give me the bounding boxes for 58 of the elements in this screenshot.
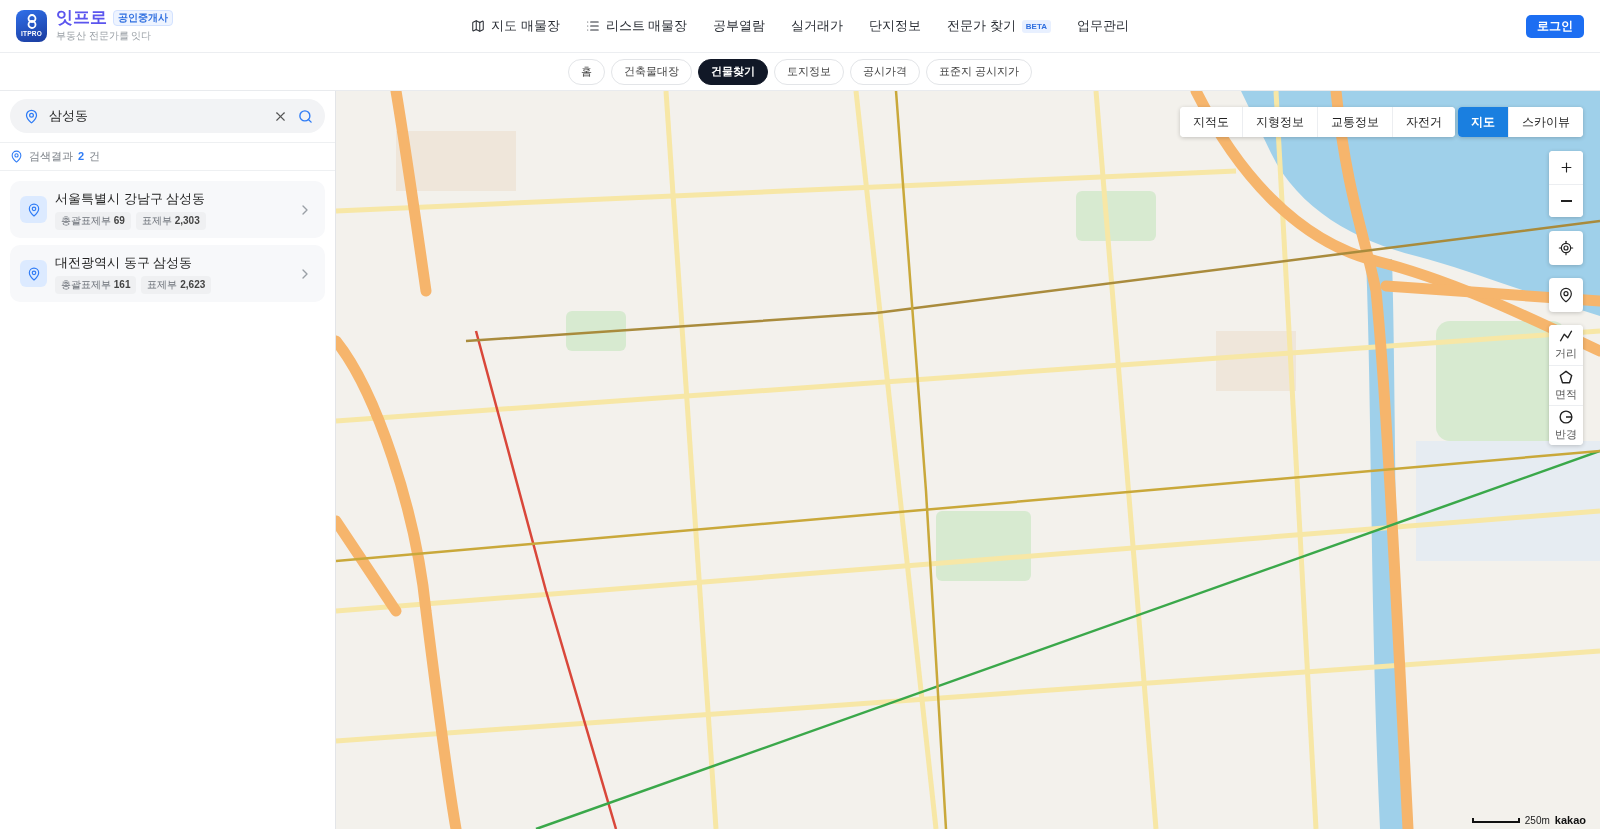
nav-link[interactable]: 지도 매물장 (470, 13, 560, 39)
map-icon (470, 19, 485, 33)
pin-button[interactable] (1549, 278, 1583, 312)
pin-icon (1558, 287, 1574, 303)
brand-tagline: 부동산 전문가를 잇다 (56, 30, 153, 44)
map-type-toggle[interactable]: 지도 (1458, 107, 1508, 137)
scale-bar (1471, 818, 1520, 823)
nav-link[interactable]: 공부열람 (713, 13, 766, 39)
search-input[interactable]: 삼성동 (49, 106, 263, 126)
radius-circle-icon (1559, 409, 1573, 424)
plus-icon (1558, 160, 1574, 175)
result-count: 검색결과 2 건 (29, 149, 101, 164)
search-icon[interactable] (298, 108, 313, 124)
map-type-toggle[interactable]: 스카이뷰 (1508, 107, 1583, 137)
sub-tab[interactable]: 표준지 공시지가 (925, 58, 1033, 85)
sub-tab[interactable]: 홈 (567, 58, 605, 85)
map-attribution: kakao (1554, 814, 1586, 826)
layer-toggle[interactable]: 지형정보 (1242, 107, 1317, 137)
crosshair-icon (1558, 240, 1574, 256)
locate-button[interactable] (1549, 231, 1583, 265)
nav-link[interactable]: 업무관리 (1077, 13, 1130, 39)
count-tag: 총괄표제부 69 (55, 211, 131, 230)
nav-link[interactable]: 단지정보 (869, 13, 922, 39)
nav-link[interactable]: 실거래가 (791, 13, 844, 39)
layer-toggle[interactable]: 교통정보 (1317, 107, 1392, 137)
result-title: 대전광역시 동구 삼성동 (55, 253, 194, 272)
minus-icon (1560, 200, 1572, 202)
brand-name: 잇프로 (56, 8, 107, 28)
pentagon-icon (1559, 369, 1573, 384)
nav-link[interactable]: 리스트 매물장 (585, 13, 688, 39)
count-tag: 총괄표제부 161 (55, 275, 137, 294)
result-card[interactable]: 대전광역시 동구 삼성동 총괄표제부 161 표제부 2,623 (10, 245, 325, 302)
result-title: 서울특별시 강남구 삼성동 (55, 189, 207, 208)
pin-icon (24, 108, 39, 124)
pin-icon (10, 150, 23, 163)
login-button[interactable]: 로그인 (1526, 14, 1584, 38)
sub-tab[interactable]: 건물찾기 (697, 58, 768, 85)
search-field[interactable]: 삼성동 (10, 99, 325, 133)
pin-icon (20, 260, 47, 287)
sub-tab[interactable]: 공시가격 (849, 58, 920, 85)
chain-link-icon (26, 14, 37, 30)
pin-icon (20, 196, 47, 223)
scale-label: 250m (1524, 815, 1550, 826)
measure-tool-button[interactable]: 반경 (1549, 405, 1583, 445)
sub-tab[interactable]: 건축물대장 (610, 58, 692, 85)
result-card[interactable]: 서울특별시 강남구 삼성동 총괄표제부 69 표제부 2,303 (10, 181, 325, 238)
measure-tool-button[interactable]: 면적 (1549, 365, 1583, 405)
nav-link[interactable]: 전문가 찾기 BETA (947, 13, 1052, 39)
sub-tab[interactable]: 토지정보 (773, 58, 844, 85)
layer-toggle[interactable]: 지적도 (1180, 107, 1242, 137)
beta-badge: BETA (1021, 19, 1052, 33)
layer-toggle[interactable]: 자전거 (1392, 107, 1455, 137)
count-tag: 표제부 2,303 (135, 211, 206, 230)
role-badge: 공인중개사 (113, 10, 173, 26)
measure-tool-button[interactable]: 거리 (1549, 325, 1583, 365)
count-tag: 표제부 2,623 (141, 275, 212, 294)
list-icon (585, 19, 600, 33)
line-graph-icon (1559, 329, 1573, 343)
